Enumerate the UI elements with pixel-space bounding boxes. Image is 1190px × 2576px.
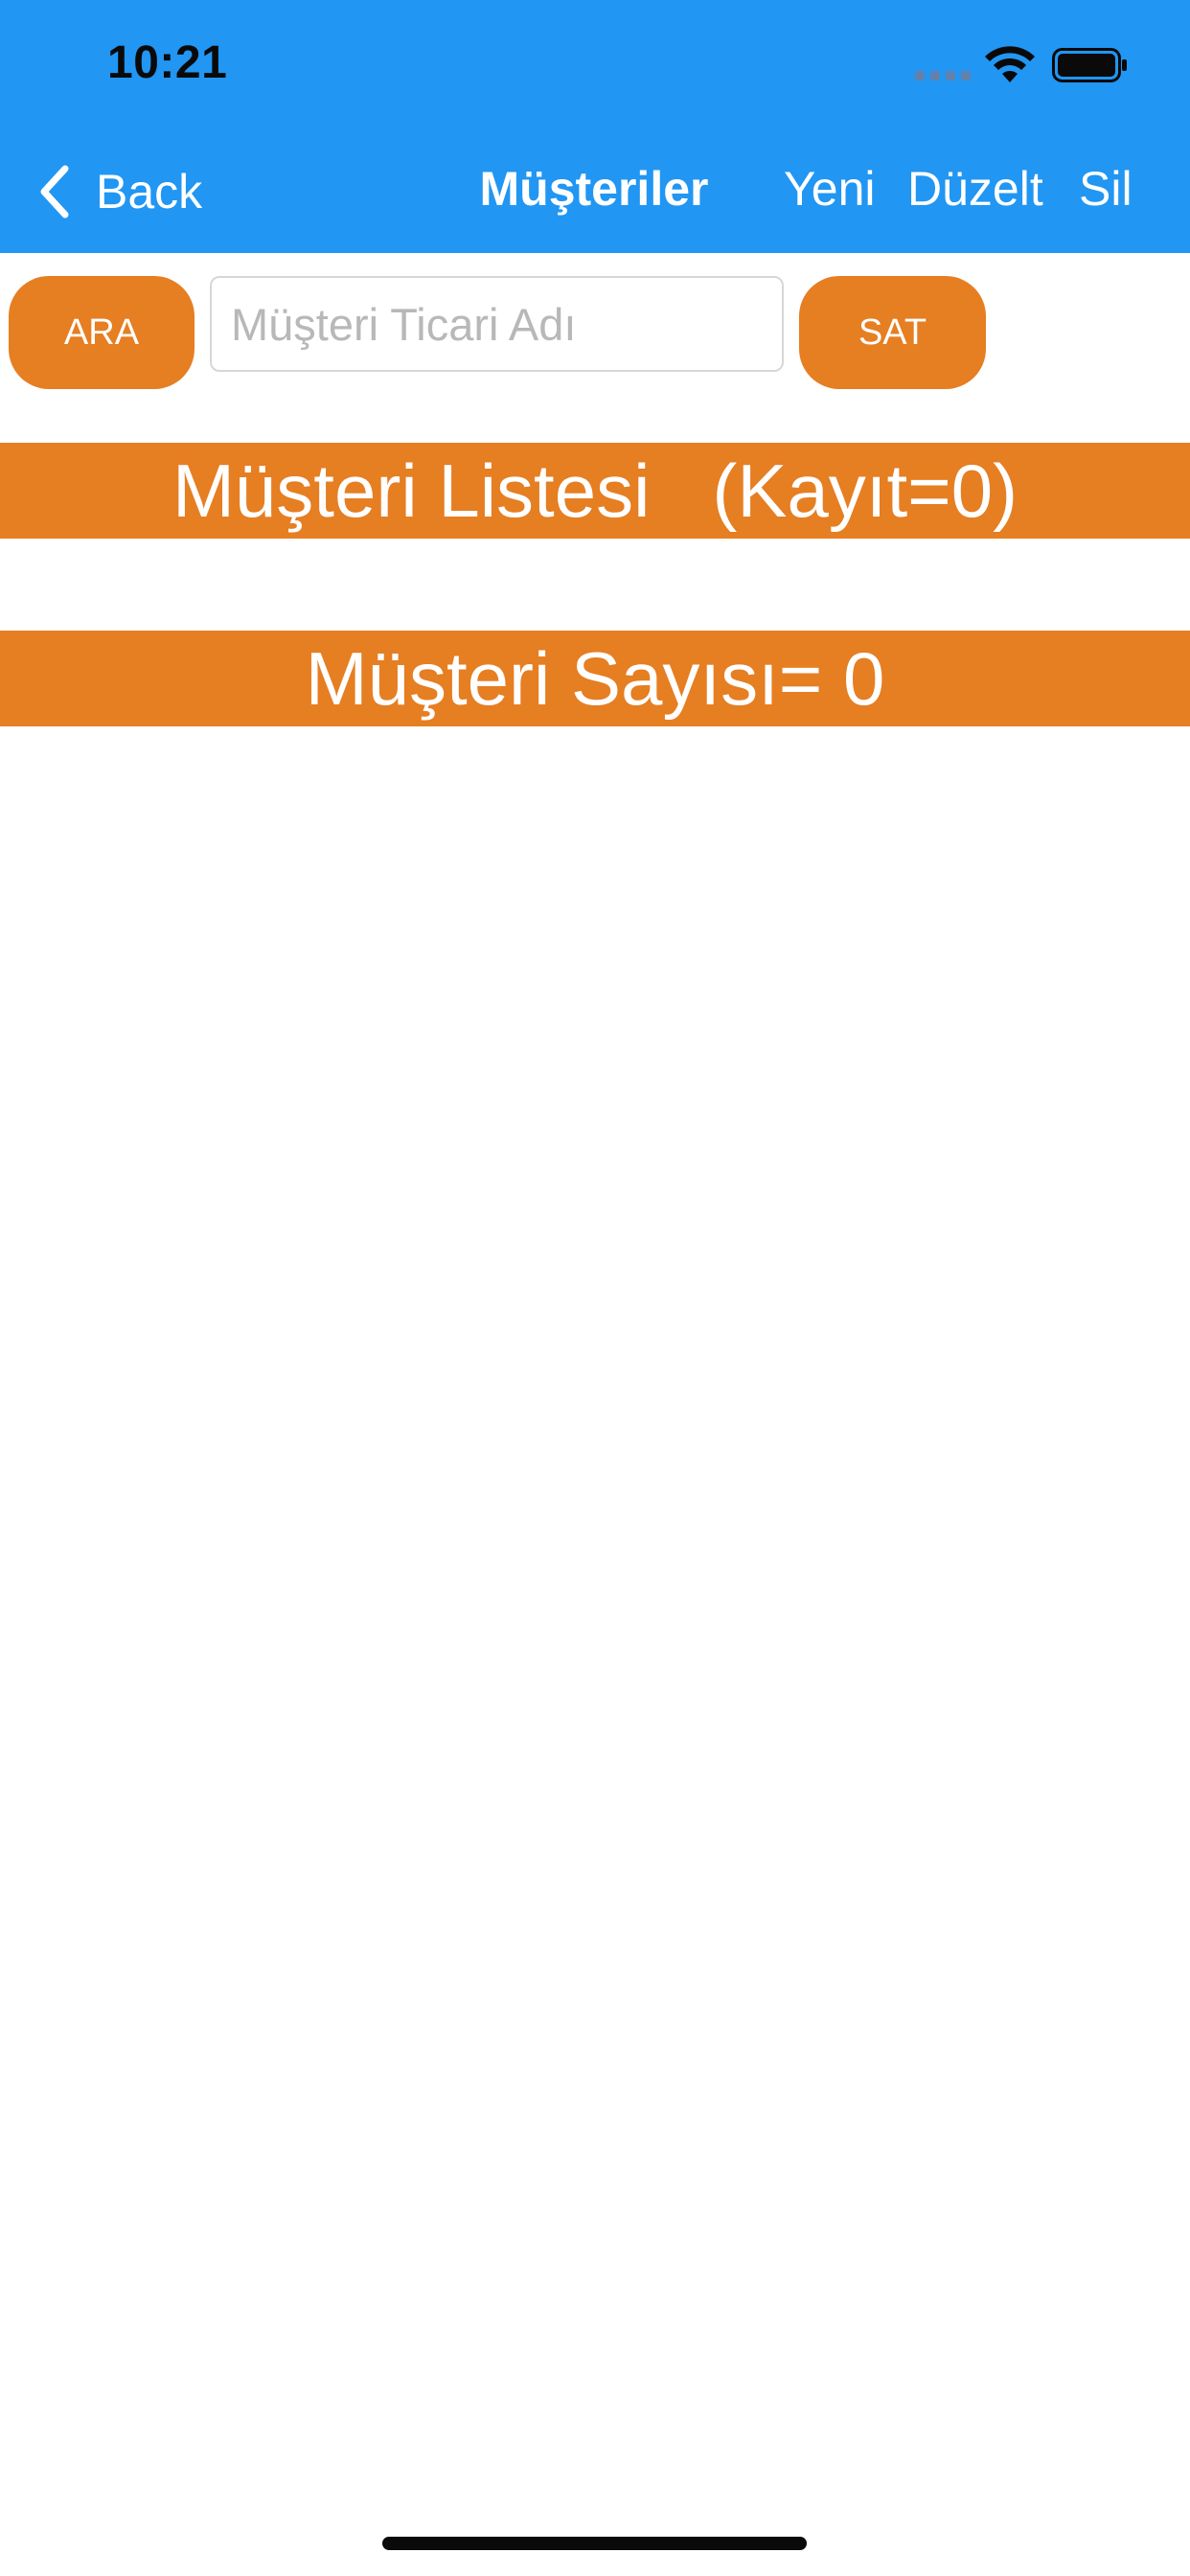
customers-screen: 10:21 Back Müşteriler Yeni Düzelt Sil AR… — [0, 0, 1190, 2576]
customer-count-footer: Müşteri Sayısı= 0 — [0, 631, 1190, 726]
battery-icon — [1052, 48, 1127, 82]
customer-list-header: Müşteri Listesi (Kayıt=0) — [0, 443, 1190, 539]
status-time: 10:21 — [107, 37, 228, 88]
page-title: Müşteriler — [479, 162, 709, 216]
new-button[interactable]: Yeni — [784, 161, 875, 217]
back-label: Back — [96, 165, 203, 218]
edit-button[interactable]: Düzelt — [907, 161, 1043, 217]
delete-button[interactable]: Sil — [1079, 161, 1133, 217]
sell-button[interactable]: SAT — [799, 276, 986, 389]
search-button[interactable]: ARA — [9, 276, 195, 389]
customer-name-search-input[interactable] — [210, 276, 784, 372]
chevron-left-icon — [40, 165, 69, 218]
cellular-signal-icon — [915, 71, 971, 80]
home-indicator[interactable] — [382, 2537, 807, 2550]
navigation-header: 10:21 Back Müşteriler Yeni Düzelt Sil — [0, 0, 1190, 253]
wifi-icon — [985, 46, 1035, 82]
back-button[interactable]: Back — [34, 158, 202, 225]
